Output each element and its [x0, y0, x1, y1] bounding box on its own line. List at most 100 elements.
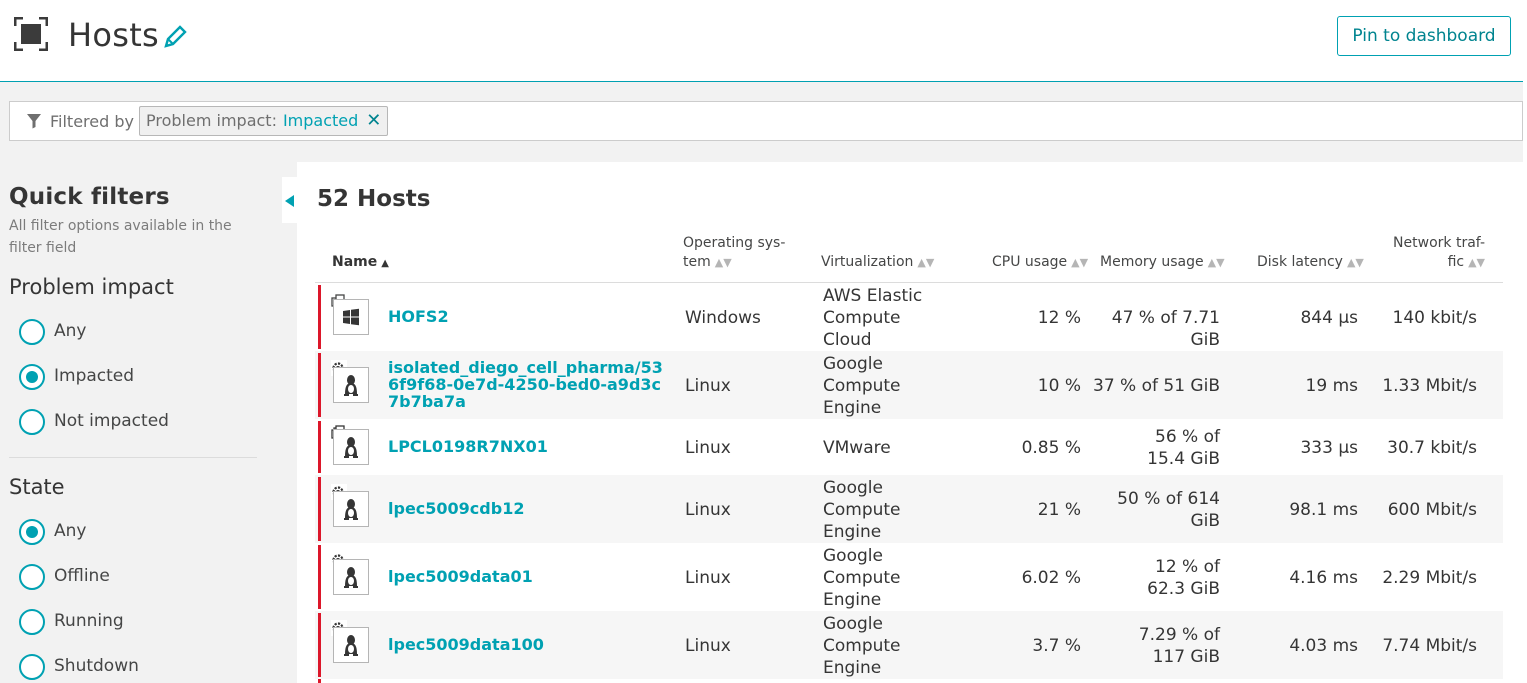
memory-cell: 12 % of 62.3 GiB — [1147, 557, 1220, 599]
virtualization-cell: Google Compute Engine — [823, 614, 901, 678]
filter-chip[interactable]: Problem impact: Impacted ✕ — [139, 106, 389, 136]
linux-icon — [333, 559, 369, 595]
quick-filters-sidebar: Quick filters All filter options availab… — [0, 160, 280, 683]
quick-filters-title: Quick filters — [9, 184, 170, 210]
host-name-link[interactable]: isolated_diego_cell_pharma/536f9f68-0e7d… — [388, 359, 670, 410]
column-header-label: Memory usage — [1100, 254, 1204, 270]
host-name-link[interactable]: lpec5009data01 — [388, 568, 670, 585]
table-row[interactable]: isolated_diego_cell_pharma/536f9f68-0e7d… — [315, 351, 1503, 419]
os-cell: Linux — [685, 636, 731, 656]
os-cell: Linux — [685, 500, 731, 520]
state-title: State — [9, 475, 65, 499]
filtered-by-label: Filtered by — [50, 112, 134, 131]
problem-indicator — [318, 545, 321, 609]
problem-indicator — [318, 421, 321, 473]
host-name-link[interactable]: lpec5009data100 — [388, 636, 670, 653]
radio-label: Running — [54, 611, 124, 631]
network-cell: 1.33 Mbit/s — [1382, 376, 1477, 396]
table-row[interactable]: lpec5009data01 Linux Google Compute Engi… — [315, 543, 1503, 611]
radio-circle-selected — [19, 519, 45, 545]
sort-icon: ▲▼ — [917, 256, 935, 269]
pin-to-dashboard-button[interactable]: Pin to dashboard — [1337, 16, 1511, 56]
quick-filters-subtitle: All filter options available in the filt… — [9, 218, 232, 256]
radio-circle — [19, 319, 45, 345]
host-name-link[interactable]: HOFS2 — [388, 308, 670, 325]
column-header-label: Operating sys- — [683, 235, 786, 251]
windows-icon — [333, 299, 369, 335]
radio-circle — [19, 609, 45, 635]
column-header-os[interactable]: Operating sys-tem ▲▼ — [683, 234, 785, 272]
cpu-cell: 12 % — [1037, 308, 1081, 328]
problem-indicator — [318, 285, 321, 349]
radio-circle — [19, 409, 45, 435]
collapse-sidebar-button[interactable] — [282, 177, 298, 223]
disk-latency-cell: 98.1 ms — [1289, 500, 1358, 520]
collapse-arrow-icon — [285, 195, 294, 207]
virtualization-cell: Google Compute Engine — [823, 354, 901, 418]
column-header-name[interactable]: Name ▲ — [332, 253, 389, 273]
linux-icon — [333, 367, 369, 403]
column-header-label: Name — [332, 254, 378, 270]
sort-icon: ▲▼ — [1468, 256, 1485, 269]
filter-chip-key: Problem impact: — [146, 111, 277, 130]
cpu-cell: 21 % — [1037, 500, 1081, 520]
sort-icon: ▲▼ — [1207, 256, 1225, 269]
column-header-disk[interactable]: Disk latency ▲▼ — [1257, 253, 1364, 272]
radio-label: Impacted — [54, 366, 135, 386]
memory-cell: 7.29 % of 117 GiB — [1138, 625, 1220, 667]
cpu-cell: 3.7 % — [1032, 636, 1081, 656]
column-header-label: Disk latency — [1257, 254, 1343, 270]
linux-icon — [333, 627, 369, 663]
cpu-cell: 6.02 % — [1021, 568, 1081, 588]
sort-ascending-icon: ▲ — [381, 258, 389, 269]
problem-indicator — [318, 679, 321, 683]
sort-icon: ▲▼ — [714, 256, 732, 269]
remove-filter-icon[interactable]: ✕ — [366, 107, 381, 135]
column-header-memory[interactable]: Memory usage ▲▼ — [1100, 253, 1225, 272]
radio-circle — [19, 654, 45, 680]
column-header-label: Network traf- — [1393, 235, 1485, 251]
sort-icon: ▲▼ — [1346, 256, 1364, 269]
radio-label: Offline — [54, 566, 110, 586]
problem-indicator — [318, 477, 321, 541]
cpu-cell: 0.85 % — [1021, 438, 1081, 458]
scrollbar[interactable] — [1523, 0, 1527, 683]
network-cell: 30.7 kbit/s — [1387, 438, 1477, 458]
hosts-icon — [14, 17, 48, 51]
table-row[interactable] — [315, 679, 1503, 683]
network-cell: 2.29 Mbit/s — [1382, 568, 1477, 588]
radio-label: Not impacted — [54, 411, 169, 431]
virtualization-cell: AWS Elastic Compute Cloud — [823, 286, 923, 350]
table-row[interactable]: lpec5009cdb12 Linux Google Compute Engin… — [315, 475, 1503, 543]
column-header-virtualization[interactable]: Virtualization ▲▼ — [821, 253, 934, 272]
cpu-cell: 10 % — [1037, 376, 1081, 396]
virtualization-cell: Google Compute Engine — [823, 546, 901, 610]
linux-icon — [333, 491, 369, 527]
disk-latency-cell: 844 µs — [1300, 308, 1358, 328]
table-row[interactable]: lpec5009data100 Linux Google Compute Eng… — [315, 611, 1503, 679]
table-row[interactable]: HOFS2 Windows AWS Elastic Compute Cloud … — [315, 283, 1503, 351]
page-title: Hosts — [68, 16, 160, 54]
memory-cell: 37 % of 51 GiB — [1093, 376, 1220, 396]
host-name-link[interactable]: lpec5009cdb12 — [388, 500, 670, 517]
column-header-cpu[interactable]: CPU usage ▲▼ — [992, 253, 1088, 272]
os-cell: Windows — [685, 308, 761, 328]
network-cell: 140 kbit/s — [1392, 308, 1477, 328]
column-header-network[interactable]: Network traf-fic ▲▼ — [1385, 234, 1485, 272]
column-header-label: CPU usage — [992, 254, 1068, 270]
linux-icon — [333, 429, 369, 465]
filter-field[interactable]: Filtered by Problem impact: Impacted ✕ — [9, 101, 1523, 141]
filter-icon — [27, 114, 41, 129]
radio-label: Any — [54, 321, 87, 341]
sort-icon: ▲▼ — [1071, 256, 1089, 269]
edit-pencil-icon[interactable] — [162, 24, 188, 50]
problem-indicator — [318, 613, 321, 677]
network-cell: 7.74 Mbit/s — [1382, 636, 1477, 656]
radio-label: Any — [54, 521, 87, 541]
host-name-link[interactable]: LPCL0198R7NX01 — [388, 438, 670, 455]
os-cell: Linux — [685, 438, 731, 458]
page-header: Hosts Pin to dashboard — [0, 0, 1527, 82]
virtualization-cell: Google Compute Engine — [823, 478, 901, 542]
table-row[interactable]: LPCL0198R7NX01 Linux VMware 0.85 % 56 % … — [315, 419, 1503, 475]
radio-circle-selected — [19, 364, 45, 390]
